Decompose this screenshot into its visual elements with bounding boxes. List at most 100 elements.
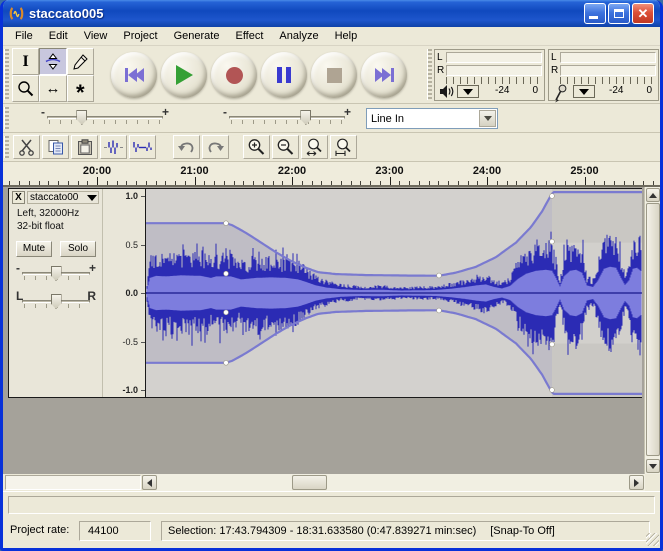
skip-to-end-button[interactable]: [361, 52, 407, 98]
vertical-ruler[interactable]: 1.00.50.0-0.5-1.0: [103, 189, 145, 397]
window-resize-grip[interactable]: [646, 533, 659, 546]
input-meter[interactable]: LR-240: [548, 49, 659, 101]
multi-tool[interactable]: *: [67, 75, 94, 102]
stop-button[interactable]: [311, 52, 357, 98]
menu-item-effect[interactable]: Effect: [227, 28, 271, 44]
track-title-menu[interactable]: staccato00: [27, 191, 99, 204]
menu-item-file[interactable]: File: [7, 28, 41, 44]
mute-button[interactable]: Mute: [16, 241, 52, 257]
ruler-minor-tick: [214, 181, 215, 185]
vertical-scroll-thumb[interactable]: [646, 203, 660, 456]
close-button[interactable]: ✕: [632, 3, 654, 24]
fit-selection-button[interactable]: [301, 135, 328, 159]
ruler-minor-tick: [204, 181, 205, 185]
output-volume-slider[interactable]: -+: [39, 107, 171, 129]
meter-footer: -240: [437, 84, 542, 99]
title-bar[interactable]: staccato005 ✕: [3, 0, 660, 27]
ruler-time-label: 25:00: [563, 165, 607, 177]
arrow-left-icon: [147, 479, 152, 487]
timeshift-tool[interactable]: ↔: [39, 75, 66, 102]
meter-footer: -240: [551, 84, 656, 99]
scroll-right-button[interactable]: [629, 475, 644, 490]
menu-item-analyze[interactable]: Analyze: [271, 28, 326, 44]
edit-toolbar-grip[interactable]: [4, 136, 9, 158]
horizontal-scroll-track[interactable]: [143, 474, 645, 491]
ibeam-icon: I: [23, 53, 29, 71]
zoom-in-button[interactable]: [243, 135, 270, 159]
ruler-minor-tick: [575, 181, 576, 185]
maximize-button[interactable]: [608, 3, 630, 24]
input-source-select[interactable]: Line In: [366, 108, 498, 129]
slider-max-label: +: [89, 261, 96, 275]
toolbar-grip[interactable]: [4, 49, 9, 100]
ruler-minor-tick: [117, 181, 118, 185]
audio-track: X staccato00 Left, 32000Hz 32-bit float …: [8, 188, 642, 398]
envelope-tool[interactable]: [39, 48, 66, 75]
scroll-down-button[interactable]: [646, 459, 660, 473]
zoom-tool[interactable]: [12, 75, 39, 102]
ruler-minor-tick: [253, 181, 254, 185]
track-menu-arrow-icon: [87, 195, 97, 201]
menu-item-help[interactable]: Help: [327, 28, 366, 44]
ruler-minor-tick: [48, 181, 49, 185]
track-gain-slider[interactable]: -+: [14, 263, 98, 285]
meter-dropdown-button[interactable]: [573, 85, 595, 98]
cut-button[interactable]: [13, 135, 40, 159]
track-pan-slider[interactable]: LR: [14, 291, 98, 313]
draw-tool[interactable]: [67, 48, 94, 75]
scroll-up-button[interactable]: [646, 188, 660, 202]
horizontal-scroll-thumb[interactable]: [292, 475, 327, 490]
menu-item-view[interactable]: View: [76, 28, 116, 44]
track-close-button[interactable]: X: [12, 191, 25, 204]
input-volume-slider[interactable]: -+: [221, 107, 353, 129]
output-meter[interactable]: LR-240: [434, 49, 545, 101]
timeline-ruler[interactable]: 20:0021:0022:0023:0024:0025:00: [3, 162, 660, 187]
chevron-down-icon: [484, 116, 492, 121]
vruler-label: 1.0: [108, 191, 138, 201]
pencil-icon: [73, 54, 88, 70]
record-button[interactable]: [211, 52, 257, 98]
undo-button[interactable]: [173, 135, 200, 159]
ruler-minor-tick: [107, 181, 108, 185]
play-button[interactable]: [161, 52, 207, 98]
vertical-scrollbar[interactable]: [644, 187, 660, 474]
paste-button[interactable]: [71, 135, 98, 159]
ruler-minor-tick: [175, 181, 176, 185]
ruler-major-tick: [487, 177, 488, 185]
ruler-minor-tick: [9, 181, 10, 185]
menu-item-edit[interactable]: Edit: [41, 28, 76, 44]
ruler-minor-tick: [87, 181, 88, 185]
copy-button[interactable]: [42, 135, 69, 159]
mixer-toolbar-grip[interactable]: [4, 107, 9, 129]
selection-tool[interactable]: I: [12, 48, 39, 75]
ruler-minor-tick: [653, 181, 654, 185]
redo-button[interactable]: [202, 135, 229, 159]
audacity-logo-icon: [9, 6, 24, 21]
waveform-display[interactable]: [145, 189, 641, 397]
ruler-minor-tick: [643, 181, 644, 185]
zoom-out-button[interactable]: [272, 135, 299, 159]
combo-dropdown-button[interactable]: [479, 110, 496, 127]
solo-button[interactable]: Solo: [60, 241, 96, 257]
horizontal-scrollbar[interactable]: [3, 474, 660, 491]
silence-button[interactable]: [129, 135, 156, 159]
fit-project-button[interactable]: [330, 135, 357, 159]
meter-scale-label: -24: [609, 85, 623, 96]
meter-scale-ticks: [446, 77, 542, 84]
channel-label: L: [437, 53, 446, 63]
meter-toolbar-grip[interactable]: [427, 49, 432, 100]
pause-button[interactable]: [261, 52, 307, 98]
vruler-label: 0.0: [108, 288, 138, 298]
ruler-minor-tick: [526, 181, 527, 185]
slider-min-label: -: [16, 261, 20, 275]
arrows-lr-icon: ↔: [45, 80, 60, 97]
skip-to-start-button[interactable]: [111, 52, 157, 98]
minimize-button[interactable]: [584, 3, 606, 24]
ruler-minor-tick: [282, 181, 283, 185]
menu-item-generate[interactable]: Generate: [166, 28, 228, 44]
scroll-left-button[interactable]: [142, 475, 157, 490]
trim-button[interactable]: [100, 135, 127, 159]
meter-dropdown-button[interactable]: [457, 85, 479, 98]
meter-scale-label: -24: [495, 85, 509, 96]
menu-item-project[interactable]: Project: [115, 28, 165, 44]
